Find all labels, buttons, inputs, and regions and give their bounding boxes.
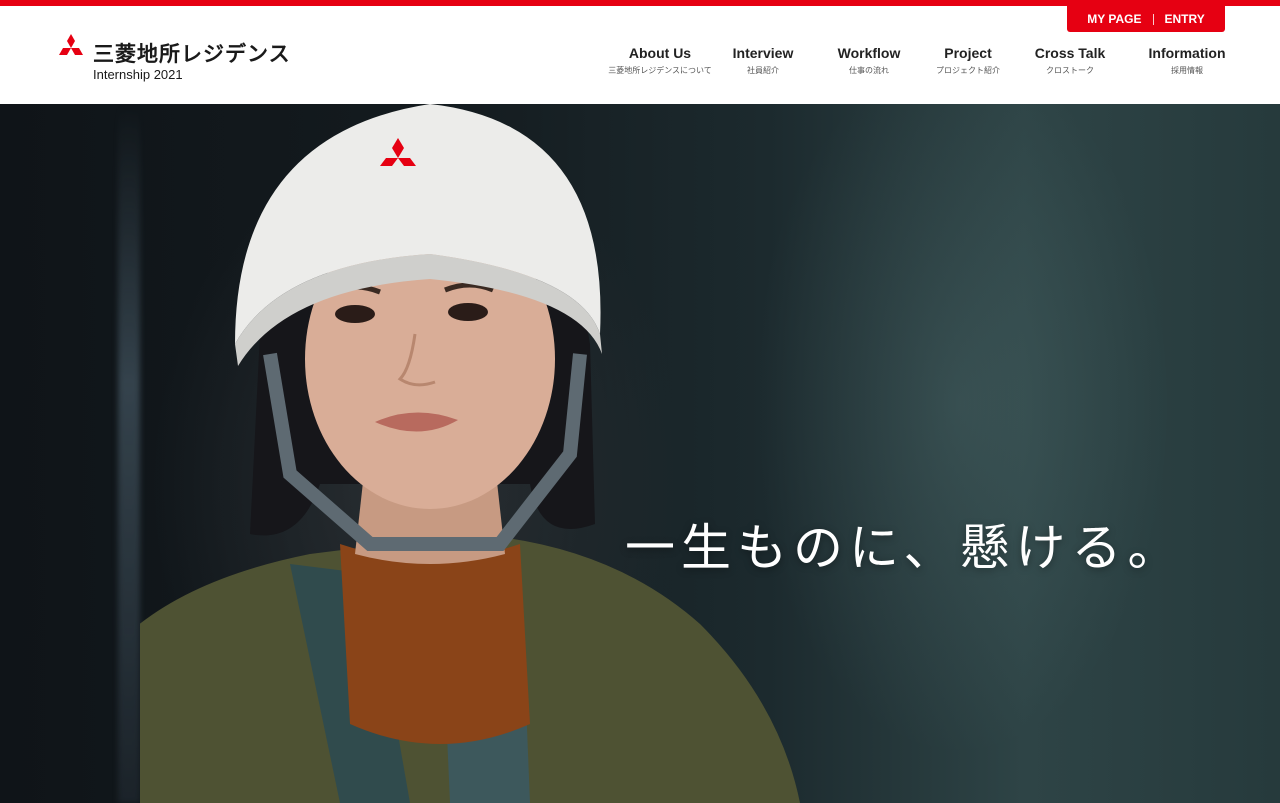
nav-item-about-us[interactable]: About Us 三菱地所レジデンスについて — [608, 44, 712, 76]
global-nav: About Us 三菱地所レジデンスについて Interview 社員紹介 Wo… — [0, 44, 1280, 84]
nav-item-information[interactable]: Information 採用情報 — [1149, 44, 1226, 76]
hero-catch-copy: 一生ものに、懸ける。 — [625, 519, 1184, 577]
nav-label: Cross Talk — [1034, 45, 1106, 61]
nav-item-interview[interactable]: Interview 社員紹介 — [733, 44, 794, 76]
nav-sublabel: 仕事の流れ — [849, 66, 889, 75]
nav-label: About Us — [628, 45, 692, 61]
nav-sublabel: 三菱地所レジデンスについて — [608, 66, 712, 75]
nav-label: Interview — [732, 45, 794, 61]
utility-nav: MY PAGE ENTRY — [1067, 6, 1225, 32]
nav-label: Workflow — [837, 45, 901, 61]
entry-link[interactable]: ENTRY — [1154, 12, 1216, 26]
nav-sublabel: 社員紹介 — [746, 66, 779, 75]
site-header: 三菱地所レジデンス Internship 2021 MY PAGE ENTRY … — [0, 6, 1280, 104]
nav-sublabel: 採用情報 — [1171, 66, 1203, 75]
nav-sublabel: プロジェクト紹介 — [936, 66, 1000, 75]
nav-item-cross-talk[interactable]: Cross Talk クロストーク — [1035, 44, 1106, 76]
my-page-link[interactable]: MY PAGE — [1076, 12, 1152, 26]
background-pillar — [118, 104, 140, 803]
nav-sublabel: クロストーク — [1045, 66, 1094, 75]
hero-visual: 一生ものに、懸ける。 — [0, 104, 1280, 803]
nav-label: Information — [1148, 45, 1226, 61]
woman-in-hard-hat-photo — [140, 104, 800, 803]
nav-label: Project — [944, 45, 992, 61]
nav-item-project[interactable]: Project プロジェクト紹介 — [936, 44, 1000, 76]
nav-item-workflow[interactable]: Workflow 仕事の流れ — [838, 44, 901, 76]
